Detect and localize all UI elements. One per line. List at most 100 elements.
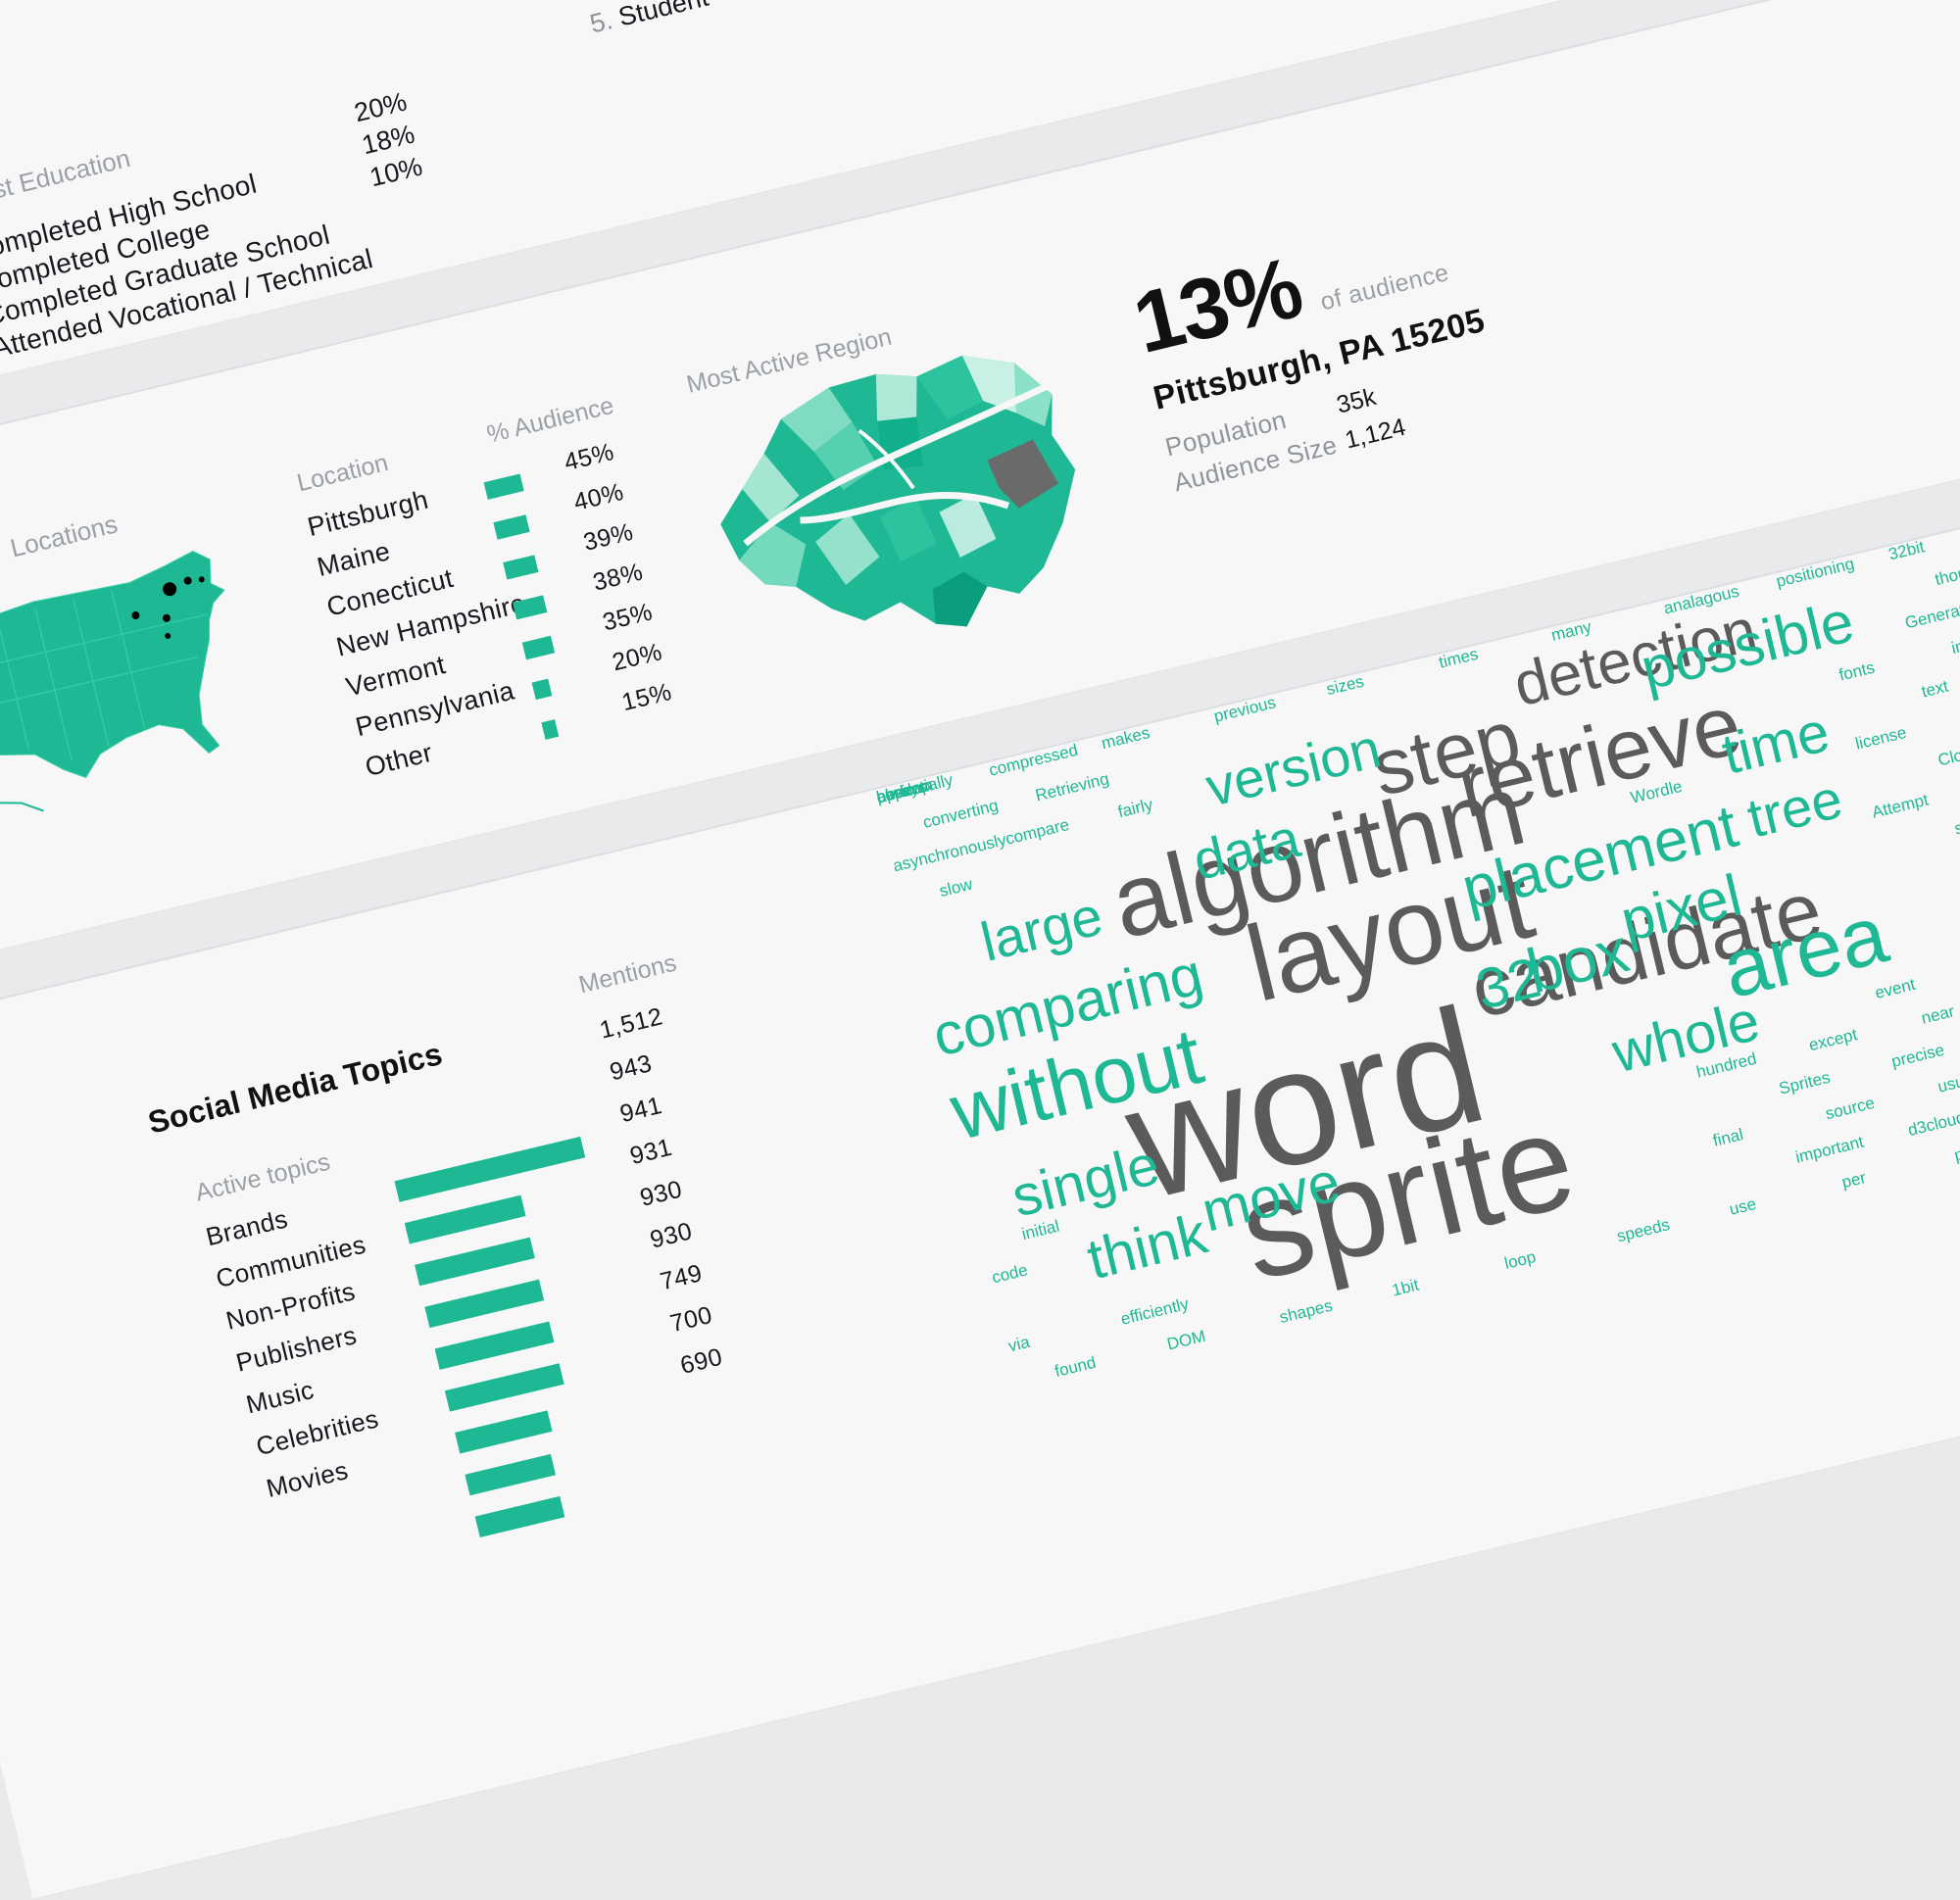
topic-name: Brands — [203, 1203, 291, 1252]
cloud-word: point — [1952, 1138, 1960, 1165]
cloud-word: large — [974, 884, 1108, 973]
occupation-rank: 5. — [586, 5, 615, 39]
topic-mentions: 749 — [657, 1259, 706, 1296]
cloud-word: previous — [1211, 693, 1278, 726]
cloud-word: spiral — [1952, 810, 1960, 839]
cloud-word: usually — [1936, 1065, 1960, 1096]
topic-name: Music — [243, 1374, 318, 1420]
topic-bar — [424, 1279, 545, 1329]
locations-title: Locations — [7, 509, 121, 563]
cloud-word: slow — [937, 874, 975, 901]
cloud-word: Retrieving — [1033, 769, 1111, 805]
cloud-word: code — [990, 1260, 1030, 1288]
cloud-word: precise — [1889, 1040, 1946, 1072]
cloud-word: final — [1710, 1125, 1745, 1150]
cloud-word: efficiently — [1118, 1293, 1191, 1329]
audience-bar — [531, 678, 553, 701]
topic-bar — [415, 1237, 535, 1287]
audience-bar — [493, 514, 530, 540]
audience-pct: 45% — [561, 437, 617, 477]
audience-bar — [483, 473, 524, 500]
topic-mentions: 930 — [647, 1217, 696, 1254]
cloud-word: 32 — [1470, 945, 1547, 1023]
topic-mentions: 943 — [607, 1049, 656, 1087]
cloud-word: source — [1823, 1093, 1877, 1124]
cloud-word: text — [1919, 676, 1950, 702]
cloud-word: tree — [1741, 766, 1848, 850]
cloud-word: compare — [1004, 814, 1071, 849]
cloud-word: 32bit — [1886, 537, 1927, 564]
cloud-word: makes — [1100, 723, 1152, 754]
dashboard-stage: Highest Education Completed High School … — [0, 0, 1960, 1899]
cloud-word: use — [1727, 1194, 1758, 1219]
topic-bar — [394, 1136, 586, 1202]
topic-bar — [465, 1453, 557, 1496]
cloud-word: single — [1005, 1132, 1165, 1230]
topic-mentions: 930 — [637, 1175, 685, 1212]
cloud-word: Generator — [1903, 597, 1960, 633]
topic-bar — [434, 1321, 555, 1370]
topic-mentions: 941 — [616, 1091, 665, 1129]
audience-bar — [541, 719, 560, 740]
audience-pct: 39% — [580, 517, 636, 557]
cloud-word: positioning — [1774, 554, 1856, 591]
cloud-word: near — [1919, 1001, 1957, 1028]
topic-bar — [444, 1363, 564, 1412]
region-pct-suffix: of audience — [1317, 259, 1452, 317]
cloud-word: except — [1806, 1025, 1860, 1055]
cloud-word: think — [1081, 1201, 1213, 1292]
audience-pct: 35% — [600, 598, 656, 637]
cloud-word: Cloud — [1936, 741, 1960, 770]
topic-mentions: 690 — [677, 1342, 725, 1380]
location-name: Pittsburgh — [304, 484, 432, 543]
cloud-word: per — [1839, 1168, 1868, 1193]
topic-bar — [474, 1495, 565, 1538]
us-map-inset — [0, 802, 44, 812]
cloud-word: via — [1006, 1332, 1032, 1356]
topic-mentions: 1,512 — [597, 1002, 666, 1045]
topic-bar — [455, 1410, 553, 1454]
topics-header: Active topics — [192, 1147, 333, 1207]
occupation-item: 5. Student — [587, 0, 711, 40]
audience-pct: 40% — [570, 477, 627, 516]
cloud-word: found — [1053, 1352, 1099, 1382]
cloud-word: Attempt — [1870, 790, 1931, 822]
cloud-word: fairly — [1115, 795, 1155, 822]
cloud-word: 1bit — [1390, 1275, 1421, 1300]
topic-mentions: 931 — [627, 1133, 675, 1171]
cloud-word: DOM — [1165, 1326, 1208, 1354]
cloud-word: loop — [1502, 1246, 1538, 1273]
location-name: Other — [362, 737, 436, 783]
audience-bar — [521, 635, 556, 660]
cloud-word: speeds — [1615, 1215, 1672, 1246]
social-title: Social Media Topics — [144, 1035, 446, 1141]
topic-bar — [404, 1194, 526, 1244]
location-col-header: Location — [294, 449, 391, 498]
us-map-shape — [0, 551, 225, 779]
audience-pct: 20% — [609, 638, 665, 677]
cloud-word: intersections — [1949, 617, 1960, 658]
cloud-word: fonts — [1837, 658, 1877, 685]
cloud-word: sizes — [1324, 671, 1366, 700]
cloud-word: asynchronously — [891, 830, 1008, 876]
cloud-word: times — [1437, 644, 1481, 672]
cloud-word: Sprites — [1777, 1067, 1833, 1098]
audience-bar — [503, 555, 539, 580]
location-name: Maine — [314, 536, 394, 582]
cloud-word: compressed — [987, 740, 1080, 780]
audience-pct: 38% — [590, 558, 646, 597]
cloud-word: though — [1933, 559, 1960, 590]
cloud-word: converting — [920, 796, 1001, 833]
us-map — [0, 551, 225, 812]
population-value: 35k — [1334, 382, 1379, 419]
cloud-word: d3cloud — [1905, 1107, 1960, 1141]
cloud-word: important — [1793, 1132, 1866, 1167]
topic-mentions: 700 — [667, 1300, 715, 1339]
audience-pct: 15% — [618, 677, 675, 717]
cloud-word: op — [874, 784, 898, 807]
mentions-header: Mentions — [575, 949, 680, 999]
occupation-label: Student — [615, 0, 711, 32]
topic-name: Movies — [263, 1455, 352, 1504]
audience-size-value: 1,124 — [1342, 413, 1409, 455]
cloud-word: license — [1853, 722, 1909, 754]
